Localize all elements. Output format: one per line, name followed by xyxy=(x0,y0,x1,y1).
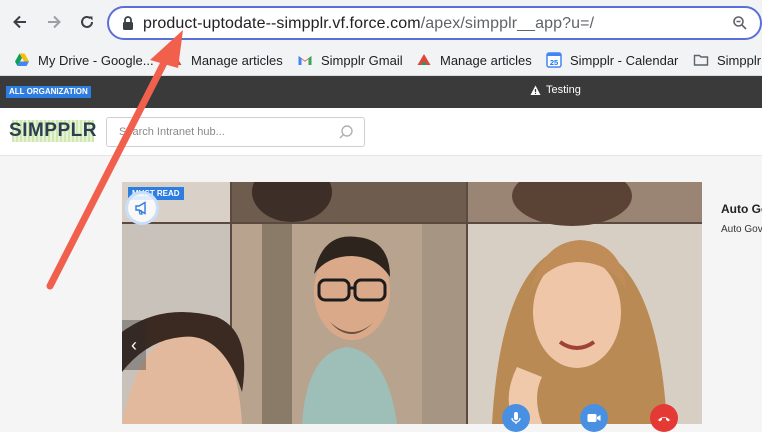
bookmark-simpplr-calendar[interactable]: 25 Simpplr - Calendar xyxy=(546,50,678,70)
back-icon[interactable] xyxy=(8,10,32,34)
chevron-left-icon: ‹ xyxy=(131,334,137,355)
org-topbar: ALL ORGANIZATION Testing xyxy=(0,76,762,108)
triangle-icon xyxy=(416,52,432,68)
search-icon[interactable] xyxy=(338,124,354,145)
google-drive-icon xyxy=(14,52,30,68)
triangle-icon xyxy=(167,52,183,68)
gmail-icon xyxy=(297,52,313,68)
bookmark-simpplr-gmail[interactable]: Simpplr Gmail xyxy=(297,50,403,70)
bookmark-manage-articles[interactable]: Manage articles xyxy=(167,50,283,70)
zoom-icon[interactable] xyxy=(732,15,748,36)
bookmark-label: Manage articles xyxy=(440,52,532,68)
bookmark-label: My Drive - Google... xyxy=(38,52,154,68)
bookmark-simpplr-folder[interactable]: Simpplr xyxy=(693,50,761,70)
url-text: product-uptodate--simpplr.vf.force.com/a… xyxy=(143,15,594,33)
calendar-icon: 25 xyxy=(546,52,562,68)
forward-icon[interactable] xyxy=(42,10,66,34)
address-bar[interactable]: product-uptodate--simpplr.vf.force.com/a… xyxy=(107,6,762,40)
search-input[interactable]: Search Intranet hub... xyxy=(106,117,365,147)
bookmark-label: Simpplr Gmail xyxy=(321,52,403,68)
url-host: product-uptodate--simpplr.vf.force.com xyxy=(143,15,421,32)
microphone-icon xyxy=(502,404,530,432)
bookmark-manage-articles-2[interactable]: Manage articles xyxy=(416,50,532,70)
environment-label: Testing xyxy=(546,84,581,96)
side-item-subtitle: Auto Gov xyxy=(721,224,762,235)
calendar-day: 25 xyxy=(550,58,558,67)
logo-text: SIMPPLR xyxy=(9,120,97,141)
site-header: SIMPPLR Search Intranet hub... xyxy=(0,108,762,156)
simpplr-logo[interactable]: SIMPPLR xyxy=(9,120,97,142)
reload-icon[interactable] xyxy=(75,10,99,34)
video-call-image xyxy=(122,182,702,424)
side-item-title[interactable]: Auto Go xyxy=(721,202,762,216)
video-camera-icon xyxy=(580,404,608,432)
featured-carousel-image[interactable] xyxy=(122,182,702,424)
org-badge[interactable]: ALL ORGANIZATION xyxy=(6,86,91,98)
environment-indicator: Testing xyxy=(530,84,581,96)
bookmark-my-drive[interactable]: My Drive - Google... xyxy=(14,50,154,70)
search-placeholder: Search Intranet hub... xyxy=(119,126,225,138)
bookmark-label: Manage articles xyxy=(191,52,283,68)
browser-toolbar: product-uptodate--simpplr.vf.force.com/a… xyxy=(0,0,762,44)
carousel-prev-button[interactable]: ‹ xyxy=(122,320,146,370)
url-path: /apex/simpplr__app?u=/ xyxy=(420,15,595,32)
bookmarks-bar: My Drive - Google... Manage articles Sim… xyxy=(0,44,762,76)
bookmark-label: Simpplr - Calendar xyxy=(570,52,679,68)
megaphone-icon xyxy=(125,191,159,225)
lock-icon[interactable] xyxy=(121,15,135,36)
hang-up-icon xyxy=(650,404,678,432)
bookmark-label: Simpplr xyxy=(717,52,762,68)
warning-icon xyxy=(530,85,541,95)
folder-icon xyxy=(693,52,709,68)
